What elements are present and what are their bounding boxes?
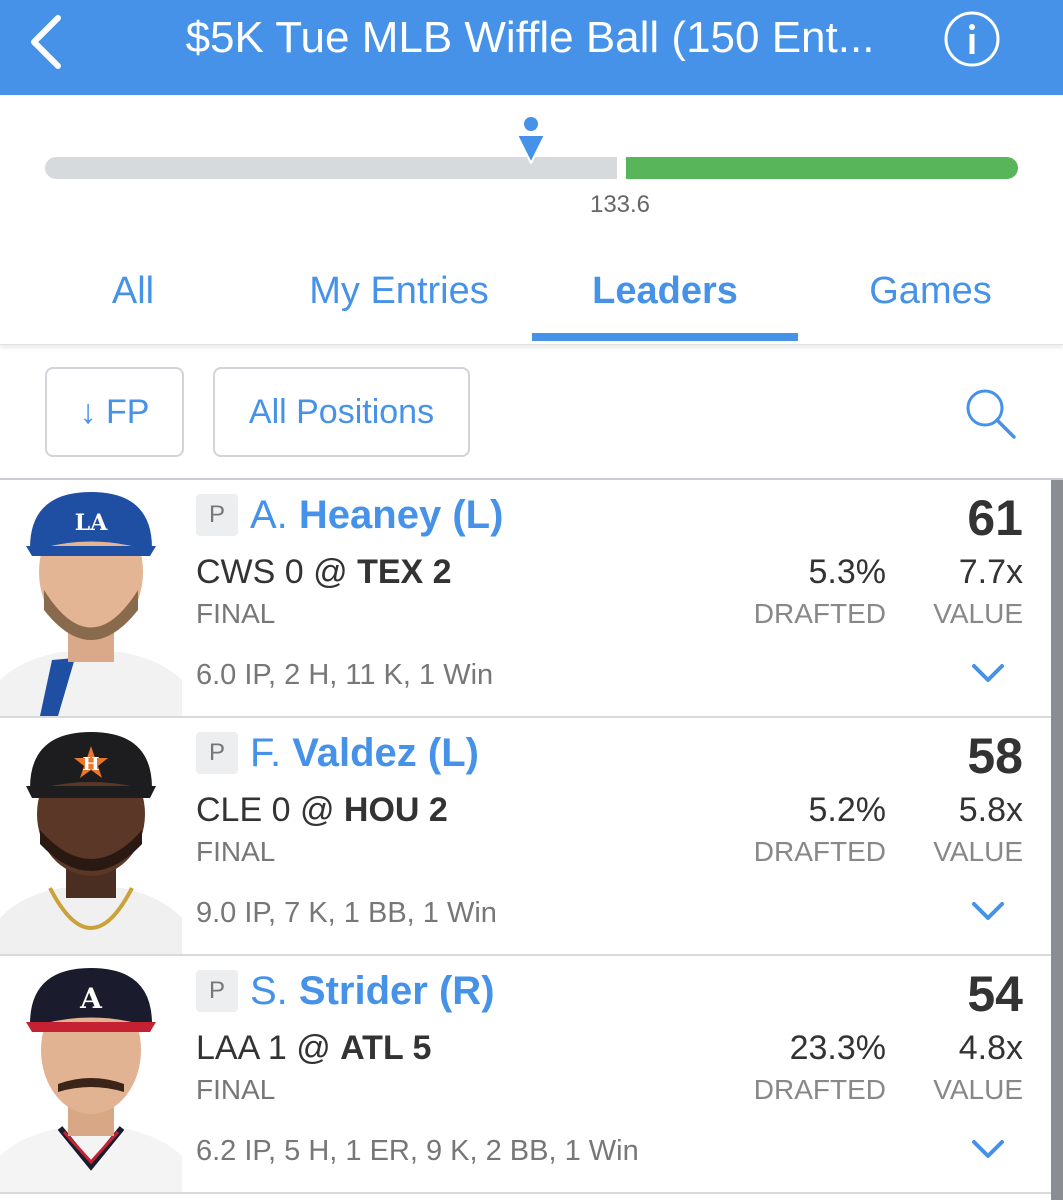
sort-fp-button[interactable]: ↓ FP <box>45 367 184 457</box>
drafted-label: DRAFTED <box>753 1074 886 1105</box>
player-row[interactable]: A P S. Strider (R) LAA 1 @ ATL 5 FINAL 6… <box>0 956 1051 1194</box>
game-status: FINAL <box>196 1074 276 1105</box>
info-icon <box>944 11 1000 67</box>
tab-all[interactable]: All <box>0 245 266 345</box>
tab-leaders[interactable]: Leaders <box>532 245 798 345</box>
player-handedness: (L) <box>427 731 479 775</box>
value-multiplier: 7.7x <box>958 553 1023 591</box>
away-score: CLE 0 @ <box>196 791 344 829</box>
tab-bar: All My Entries Leaders Games <box>0 245 1063 345</box>
game-status: FINAL <box>196 598 276 629</box>
away-score: CWS 0 @ <box>196 553 358 591</box>
chevron-left-icon <box>31 15 61 69</box>
position-badge: P <box>196 732 238 774</box>
fantasy-points: 61 <box>967 490 1023 546</box>
home-score: TEX 2 <box>357 553 452 591</box>
fantasy-points: 54 <box>967 966 1023 1022</box>
home-score: HOU 2 <box>343 791 448 829</box>
positions-filter-button[interactable]: All Positions <box>213 367 470 457</box>
player-avatar: H <box>0 718 182 954</box>
scrollbar[interactable] <box>1051 480 1063 1200</box>
position-badge: P <box>196 970 238 1012</box>
value-label: VALUE <box>933 836 1023 867</box>
drafted-label: DRAFTED <box>753 836 886 867</box>
chevron-down-icon[interactable] <box>970 1136 1006 1162</box>
svg-text:A: A <box>79 982 103 1015</box>
player-stat-line: 6.2 IP, 5 H, 1 ER, 9 K, 2 BB, 1 Win <box>196 1135 639 1167</box>
contest-title: $5K Tue MLB Wiffle Ball (150 Ent... <box>185 13 875 62</box>
active-tab-indicator <box>532 333 798 341</box>
game-matchup: CWS 0 @ TEX 2 <box>196 550 452 594</box>
player-last-name: Strider <box>298 969 428 1013</box>
tab-games[interactable]: Games <box>798 245 1063 345</box>
value-label: VALUE <box>933 1074 1023 1105</box>
back-button[interactable] <box>22 12 82 72</box>
player-first-initial: S. <box>250 969 288 1013</box>
chevron-down-icon[interactable] <box>970 898 1006 924</box>
value-multiplier: 4.8x <box>958 1029 1023 1067</box>
svg-text:LA: LA <box>75 510 108 536</box>
value-multiplier: 5.8x <box>958 791 1023 829</box>
player-name-link[interactable]: S. Strider (R) <box>250 966 495 1016</box>
player-first-initial: A. <box>250 493 288 537</box>
game-matchup: CLE 0 @ HOU 2 <box>196 788 448 832</box>
drafted-percent: 23.3% <box>789 1029 886 1067</box>
game-matchup: LAA 1 @ ATL 5 <box>196 1026 431 1070</box>
player-first-initial: F. <box>250 731 282 775</box>
user-marker-icon <box>516 117 546 164</box>
player-stat-line: 9.0 IP, 7 K, 1 BB, 1 Win <box>196 897 497 929</box>
player-handedness: (R) <box>438 969 495 1013</box>
chevron-down-icon[interactable] <box>970 660 1006 686</box>
cutoff-score-label: 133.6 <box>589 191 651 218</box>
drafted-percent: 5.3% <box>808 553 887 591</box>
player-row[interactable]: LA P A. Heaney (L) CWS 0 @ TEX 2 FINAL 6… <box>0 480 1051 718</box>
search-icon[interactable] <box>962 385 1018 441</box>
progress-bar-payout-zone <box>626 157 1018 179</box>
drafted-label: DRAFTED <box>753 598 886 629</box>
player-avatar: LA <box>0 480 182 716</box>
player-stat-line: 6.0 IP, 2 H, 11 K, 1 Win <box>196 659 494 691</box>
top-nav-bar: $5K Tue MLB Wiffle Ball (150 Ent... <box>0 0 1063 95</box>
away-score: LAA 1 @ <box>196 1029 341 1067</box>
player-name-link[interactable]: A. Heaney (L) <box>250 490 503 540</box>
value-label: VALUE <box>933 598 1023 629</box>
position-badge: P <box>196 494 238 536</box>
info-button[interactable] <box>943 10 1001 68</box>
player-avatar: A <box>0 956 182 1192</box>
player-handedness: (L) <box>452 493 504 537</box>
player-name-link[interactable]: F. Valdez (L) <box>250 728 479 778</box>
tab-my-entries[interactable]: My Entries <box>266 245 532 345</box>
player-last-name: Valdez <box>292 731 417 775</box>
fantasy-points: 58 <box>967 728 1023 784</box>
home-score: ATL 5 <box>340 1029 432 1067</box>
player-row[interactable]: H P F. Valdez (L) CLE 0 @ HOU 2 FINAL 9.… <box>0 718 1051 956</box>
drafted-percent: 5.2% <box>808 791 887 829</box>
player-last-name: Heaney <box>298 493 442 537</box>
game-status: FINAL <box>196 836 276 867</box>
standings-progress: 133.6 <box>0 95 1063 245</box>
svg-text:H: H <box>82 754 99 775</box>
